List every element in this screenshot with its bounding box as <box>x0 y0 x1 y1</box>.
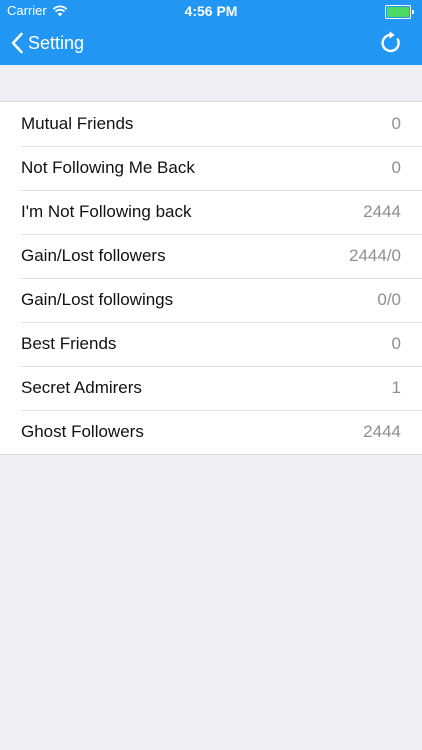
chevron-left-icon <box>11 32 23 54</box>
header: Carrier 4:56 PM Setting <box>0 0 422 65</box>
list-item[interactable]: Gain/Lost followers 2444/0 <box>0 234 422 278</box>
list-item[interactable]: I'm Not Following back 2444 <box>0 190 422 234</box>
list-item-value: 0 <box>391 334 401 353</box>
list-item-label: Mutual Friends <box>21 114 134 133</box>
stats-list: Mutual Friends 0 Not Following Me Back 0 I'm… <box>0 101 422 455</box>
list-item-value: 2444/0 <box>349 246 401 265</box>
list-item-value: 0/0 <box>377 290 401 309</box>
list-item-label: Gain/Lost followers <box>21 246 166 265</box>
status-time: 4:56 PM <box>184 3 238 19</box>
battery-tip <box>412 10 414 14</box>
list-item[interactable]: Ghost Followers 2444 <box>0 410 422 454</box>
list-item-value: 0 <box>391 114 401 133</box>
list-item-value: 1 <box>391 378 401 397</box>
back-button[interactable]: Setting <box>10 28 84 58</box>
list-item-value: 2444 <box>363 422 401 441</box>
nav-bar: Setting <box>0 22 422 65</box>
list-item-label: Ghost Followers <box>21 422 144 441</box>
list-item[interactable]: Secret Admirers 1 <box>0 366 422 410</box>
list-item[interactable]: Gain/Lost followings 0/0 <box>0 278 422 322</box>
list-item-label: Best Friends <box>21 334 117 353</box>
refresh-button[interactable] <box>378 30 404 56</box>
battery-body <box>385 5 411 19</box>
status-bar: Carrier 4:56 PM <box>0 0 422 22</box>
back-label: Setting <box>28 32 85 53</box>
list-item-label: Not Following Me Back <box>21 158 195 177</box>
list-item-label: Gain/Lost followings <box>21 290 174 309</box>
list-item-label: Secret Admirers <box>21 378 142 397</box>
list-item[interactable]: Not Following Me Back 0 <box>0 146 422 190</box>
list-item-value: 0 <box>391 158 401 177</box>
list-item-value: 2444 <box>363 202 401 221</box>
list-item-label: I'm Not Following back <box>21 202 192 221</box>
list-item[interactable]: Best Friends 0 <box>0 322 422 366</box>
refresh-icon <box>381 31 400 53</box>
list-item[interactable]: Mutual Friends 0 <box>0 102 422 146</box>
battery-icon <box>385 5 414 19</box>
battery-level <box>387 7 409 17</box>
